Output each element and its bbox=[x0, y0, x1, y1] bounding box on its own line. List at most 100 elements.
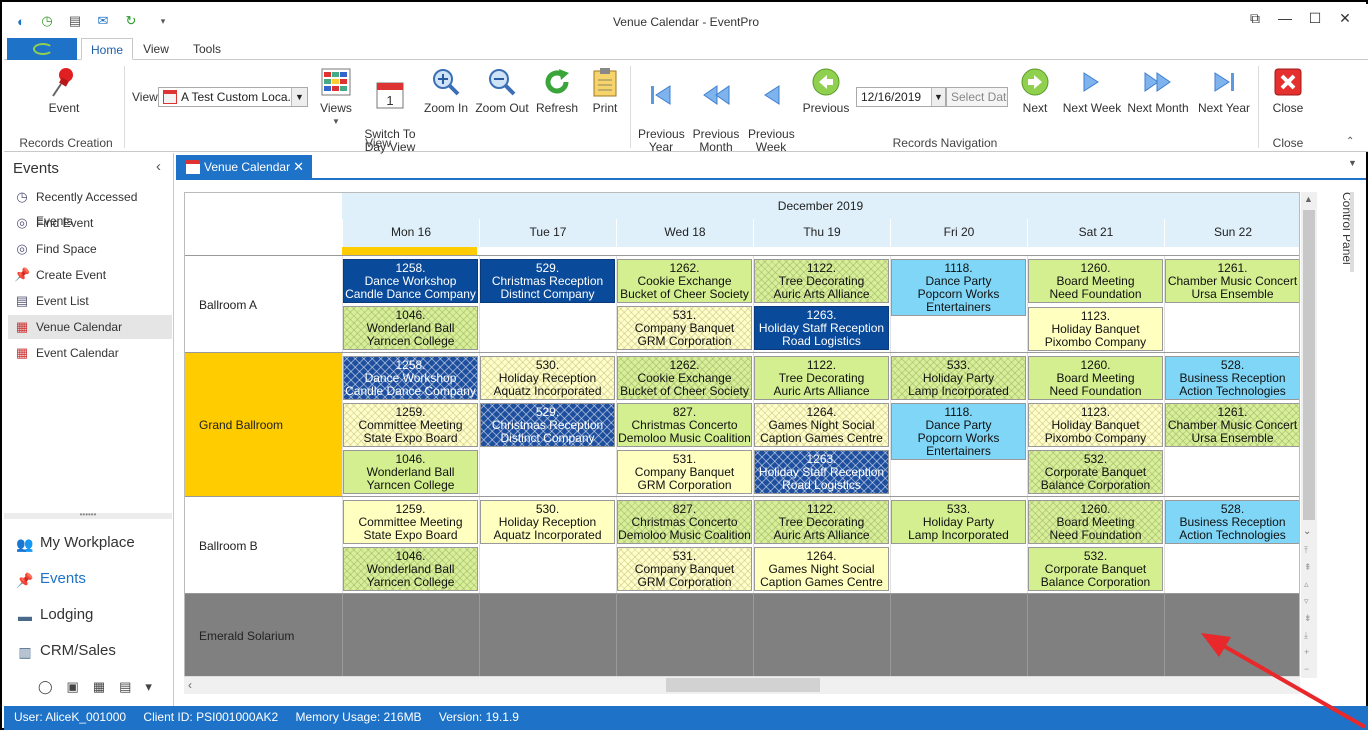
event-block[interactable]: 1260. Board Meeting Need Foundation bbox=[1028, 356, 1163, 400]
scroll-left-icon[interactable]: ‹ bbox=[188, 678, 192, 692]
tab-list-icon[interactable]: ▼ bbox=[1348, 158, 1357, 168]
event-block[interactable]: 1046. Wonderland Ball Yarncen College bbox=[343, 306, 478, 350]
event-block[interactable]: 1259. Committee Meeting State Expo Board bbox=[343, 403, 478, 447]
event-block[interactable]: 1118. Dance Party Popcorn Works Entertainer… bbox=[891, 403, 1026, 460]
venue-name[interactable]: Ballroom B bbox=[185, 497, 342, 594]
module-my-workplace[interactable]: 👥 My Workplace bbox=[12, 528, 172, 558]
event-block[interactable]: 1122. Tree Decorating Auric Arts Alliance bbox=[754, 500, 889, 544]
application-menu-button[interactable] bbox=[7, 38, 77, 60]
tab-view[interactable]: View bbox=[136, 38, 176, 60]
event-block[interactable]: 1260. Board Meeting Need Foundation bbox=[1028, 259, 1163, 303]
previous-year-button[interactable]: Previous Year bbox=[638, 66, 685, 167]
event-block[interactable]: 532. Corporate Banquet Balance Corporation bbox=[1028, 547, 1163, 591]
tab-tools[interactable]: Tools bbox=[184, 38, 230, 60]
minimize-button[interactable]: — bbox=[1270, 10, 1300, 30]
sidebar-item-find-event[interactable]: ◎ Find Event bbox=[8, 211, 172, 235]
event-block[interactable]: 1264. Games Night Social Caption Games Cen… bbox=[754, 547, 889, 591]
next-year-button[interactable]: Next Year bbox=[1196, 66, 1252, 115]
day-header[interactable]: Tue 17 bbox=[479, 219, 616, 247]
event-block[interactable]: 1263. Holiday Staff Reception Road Logisti… bbox=[754, 450, 889, 494]
zoom-out-button[interactable]: Zoom Out bbox=[474, 66, 530, 115]
chevron-down-icon[interactable]: ▼ bbox=[931, 88, 945, 106]
venue-name[interactable]: Emerald Solarium bbox=[185, 594, 342, 677]
event-block[interactable]: 532. Corporate Banquet Balance Corporation bbox=[1028, 450, 1163, 494]
sidebar-item-find-space[interactable]: ◎ Find Space bbox=[8, 237, 172, 261]
calendar-cell[interactable] bbox=[753, 594, 890, 677]
calendar-cell[interactable] bbox=[890, 594, 1027, 677]
event-block[interactable]: 530. Holiday Reception Aquatz Incorporated bbox=[480, 356, 615, 400]
views-button[interactable]: Views ▼ bbox=[316, 66, 356, 128]
next-week-button[interactable]: Next Week bbox=[1062, 66, 1122, 115]
splitter-handle[interactable]: •••••• bbox=[4, 511, 172, 519]
event-block[interactable]: 1123. Holiday Banquet Pixombo Company bbox=[1028, 403, 1163, 447]
calendar-cell[interactable] bbox=[342, 594, 479, 677]
event-block[interactable]: 1261. Chamber Music Concert Ursa Ensemble bbox=[1165, 259, 1299, 303]
next-month-button[interactable]: Next Month bbox=[1126, 66, 1190, 115]
sidebar-item-venue-calendar[interactable]: ▦ Venue Calendar bbox=[8, 315, 172, 339]
calendar-cell[interactable] bbox=[616, 594, 753, 677]
module-overflow-icons[interactable]: ◯▣▦▤▾ bbox=[38, 679, 166, 695]
calendar-cell[interactable] bbox=[1027, 594, 1164, 677]
day-header[interactable]: Thu 19 bbox=[753, 219, 890, 247]
event-block[interactable]: 1123. Holiday Banquet Pixombo Company bbox=[1028, 307, 1163, 351]
event-block[interactable]: 531. Company Banquet GRM Corporation bbox=[617, 450, 752, 494]
day-header[interactable]: Sat 21 bbox=[1027, 219, 1164, 247]
sidebar-item-recently-accessed-events[interactable]: ◷ Recently Accessed Events bbox=[8, 185, 172, 228]
event-block[interactable]: 528. Business Reception Action Technologie… bbox=[1165, 500, 1299, 544]
scroll-down-icon[interactable]: ⌄ bbox=[1303, 526, 1311, 537]
event-block[interactable]: 1258. Dance Workshop Candle Dance Company bbox=[343, 259, 478, 303]
module-events[interactable]: 📌 Events bbox=[12, 564, 172, 594]
maximize-button[interactable]: ☐ bbox=[1300, 10, 1330, 30]
sidebar-item-event-list[interactable]: ▤ Event List bbox=[8, 289, 172, 313]
calendar-cell[interactable] bbox=[479, 594, 616, 677]
event-block[interactable]: 1263. Holiday Staff Reception Road Logisti… bbox=[754, 306, 889, 350]
event-block[interactable]: 1122. Tree Decorating Auric Arts Alliance bbox=[754, 356, 889, 400]
collapse-ribbon-icon[interactable]: ⌃ bbox=[1346, 136, 1354, 147]
sidebar-item-create-event[interactable]: 📌 Create Event bbox=[8, 263, 172, 287]
event-block[interactable]: 1259. Committee Meeting State Expo Board bbox=[343, 500, 478, 544]
event-block[interactable]: 1118. Dance Party Popcorn Works Entertainer… bbox=[891, 259, 1026, 316]
day-header[interactable]: Mon 16 bbox=[342, 219, 479, 247]
event-block[interactable]: 1262. Cookie Exchange Bucket of Cheer Soci… bbox=[617, 356, 752, 400]
venue-name[interactable]: Ballroom A bbox=[185, 256, 342, 353]
collapse-pane-icon[interactable]: ‹ bbox=[156, 158, 161, 175]
event-block[interactable]: 1046. Wonderland Ball Yarncen College bbox=[343, 547, 478, 591]
event-block[interactable]: 529. Christmas Reception Distinct Company bbox=[480, 259, 615, 303]
day-header[interactable]: Fri 20 bbox=[890, 219, 1027, 247]
event-block[interactable]: 528. Business Reception Action Technologie… bbox=[1165, 356, 1299, 400]
zoom-in-button[interactable]: Zoom In bbox=[422, 66, 470, 115]
day-header[interactable]: Sun 22 bbox=[1164, 219, 1299, 247]
event-block[interactable]: 1262. Cookie Exchange Bucket of Cheer Soci… bbox=[617, 259, 752, 303]
restore-ribbon-icon[interactable]: ⧉ bbox=[1240, 10, 1270, 30]
close-button[interactable]: Close bbox=[1266, 66, 1310, 115]
horizontal-scroll-thumb[interactable] bbox=[666, 678, 820, 692]
venue-name[interactable]: Grand Ballroom bbox=[185, 353, 342, 497]
tab-venue-calendar[interactable]: Venue Calendar ✕ bbox=[176, 155, 312, 179]
event-block[interactable]: 1261. Chamber Music Concert Ursa Ensemble bbox=[1165, 403, 1299, 447]
event-block[interactable]: 1258. Dance Workshop Candle Dance Company bbox=[343, 356, 478, 400]
sidebar-item-event-calendar[interactable]: ▦ Event Calendar bbox=[8, 341, 172, 365]
day-header[interactable]: Wed 18 bbox=[616, 219, 753, 247]
event-block[interactable]: 531. Company Banquet GRM Corporation bbox=[617, 306, 752, 350]
module-crm-sales[interactable]: ▥ CRM/Sales bbox=[12, 636, 172, 666]
tab-home[interactable]: Home bbox=[81, 38, 133, 60]
next-button[interactable]: Next bbox=[1016, 66, 1054, 115]
new-event-button[interactable]: Event bbox=[42, 66, 86, 115]
event-block[interactable]: 1264. Games Night Social Caption Games Cen… bbox=[754, 403, 889, 447]
close-window-button[interactable]: ✕ bbox=[1330, 10, 1360, 30]
refresh-button[interactable]: Refresh bbox=[534, 66, 580, 115]
previous-month-button[interactable]: Previous Month bbox=[692, 66, 740, 167]
previous-week-button[interactable]: Previous Week bbox=[748, 66, 795, 167]
vertical-scroll-thumb[interactable] bbox=[1303, 210, 1315, 520]
event-block[interactable]: 827. Christmas Concerto Demoloo Music Coal… bbox=[617, 403, 752, 447]
event-block[interactable]: 1046. Wonderland Ball Yarncen College bbox=[343, 450, 478, 494]
event-block[interactable]: 1122. Tree Decorating Auric Arts Alliance bbox=[754, 259, 889, 303]
event-block[interactable]: 530. Holiday Reception Aquatz Incorporated bbox=[480, 500, 615, 544]
event-block[interactable]: 531. Company Banquet GRM Corporation bbox=[617, 547, 752, 591]
date-field[interactable]: 12/16/2019 ▼ bbox=[856, 87, 946, 107]
view-select[interactable]: A Test Custom Loca... ▼ bbox=[158, 87, 308, 107]
select-date-button[interactable]: Select Date bbox=[946, 87, 1008, 107]
previous-button[interactable]: Previous bbox=[800, 66, 852, 115]
print-button[interactable]: Print bbox=[586, 66, 624, 115]
scroll-up-icon[interactable]: ▲ bbox=[1304, 194, 1313, 204]
